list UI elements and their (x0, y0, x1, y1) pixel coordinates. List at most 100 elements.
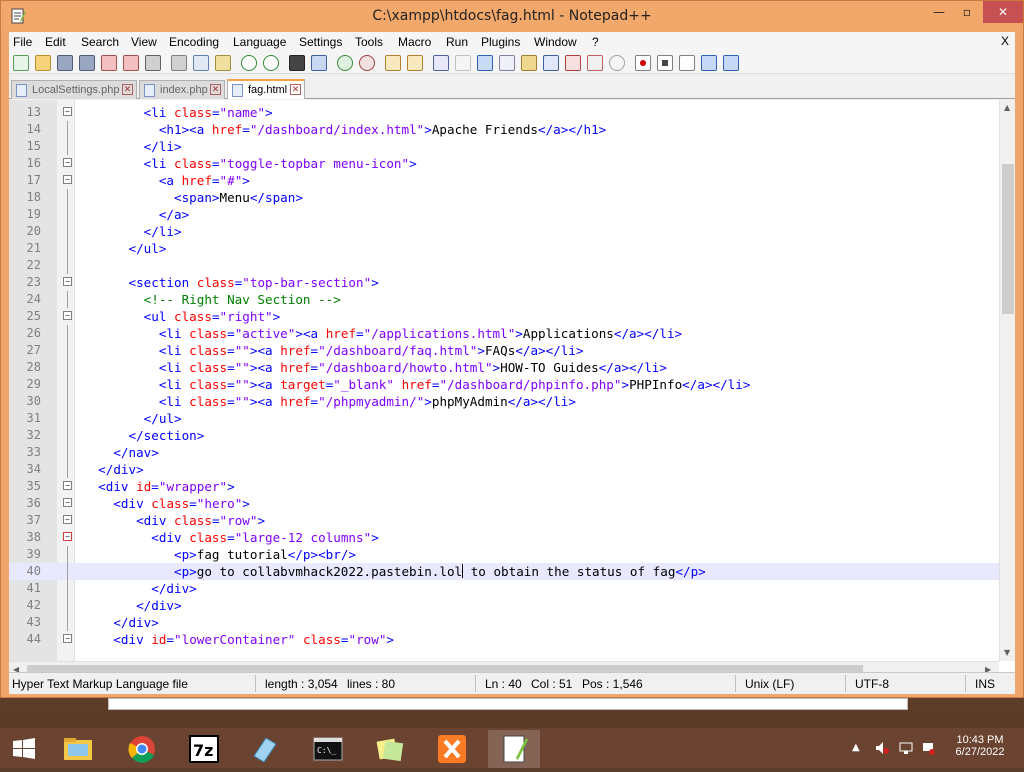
fold-toggle-icon[interactable]: − (63, 277, 72, 286)
find-icon[interactable] (289, 55, 305, 71)
close-all-icon[interactable] (123, 55, 139, 71)
menu-file[interactable]: File (13, 35, 32, 49)
fold-toggle-icon[interactable]: − (63, 158, 72, 167)
menu-edit[interactable]: Edit (45, 35, 66, 49)
title-bar[interactable]: C:\xampp\htdocs\fag.html - Notepad++ — ▫… (1, 1, 1023, 32)
code-line[interactable]: 17 − <a href="#"> (9, 172, 999, 189)
code-text[interactable]: <div id="wrapper"> (83, 478, 235, 495)
menu-run[interactable]: Run (446, 35, 468, 49)
close-tab-icon[interactable]: ✕ (122, 84, 133, 95)
code-line[interactable]: 22 (9, 257, 999, 274)
menu-window[interactable]: Window (534, 35, 577, 49)
code-line[interactable]: 35 − <div id="wrapper"> (9, 478, 999, 495)
start-button[interactable] (0, 730, 48, 768)
cut-icon[interactable] (171, 55, 187, 71)
code-text[interactable]: <div class="row"> (83, 512, 265, 529)
sync-horizontal-icon[interactable] (407, 55, 423, 71)
scroll-down-icon[interactable]: ▼ (1004, 648, 1010, 657)
code-line[interactable]: 36 − <div class="hero"> (9, 495, 999, 512)
status-eol[interactable]: Unix (LF) (745, 677, 794, 691)
word-wrap-icon[interactable] (433, 55, 449, 71)
menu-help[interactable]: ? (592, 35, 599, 49)
fold-toggle-icon[interactable]: − (63, 498, 72, 507)
code-line[interactable]: 44 − <div id="lowerContainer" class="row"… (9, 631, 999, 648)
action-center-icon[interactable] (920, 740, 936, 756)
system-clock[interactable]: 10:43 PM 6/27/2022 (946, 734, 1014, 758)
taskbar-7zip[interactable]: 7z (178, 730, 230, 768)
fold-toggle-icon[interactable]: − (63, 515, 72, 524)
code-text[interactable]: </li> (83, 223, 182, 240)
close-document-x[interactable]: X (1001, 34, 1009, 48)
code-text[interactable]: <!-- Right Nav Section --> (83, 291, 341, 308)
code-text[interactable]: <li class=""><a href="/phpmyadmin/">phpM… (83, 393, 576, 410)
print-icon[interactable] (145, 55, 161, 71)
taskbar-notepad-plus-plus[interactable] (488, 730, 540, 768)
code-line[interactable]: 19 </a> (9, 206, 999, 223)
taskbar-xampp[interactable] (426, 730, 478, 768)
playback-macro-icon[interactable] (679, 55, 695, 71)
paste-icon[interactable] (215, 55, 231, 71)
code-text[interactable]: <a href="#"> (83, 172, 250, 189)
code-text[interactable]: <ul class="right"> (83, 308, 281, 325)
code-text[interactable]: </section> (83, 427, 205, 444)
code-line[interactable]: 41 </div> (9, 580, 999, 597)
code-line[interactable]: 26 <li class="active"><a href="/applicat… (9, 325, 999, 342)
code-text[interactable]: </a> (83, 206, 189, 223)
code-text[interactable]: <section class="top-bar-section"> (83, 274, 379, 291)
fold-toggle-icon[interactable]: − (63, 107, 72, 116)
code-line[interactable]: 21 </ul> (9, 240, 999, 257)
code-line[interactable]: 30 <li class=""><a href="/phpmyadmin/">p… (9, 393, 999, 410)
close-tab-icon[interactable]: ✕ (210, 84, 221, 95)
code-text[interactable]: <li class="active"><a href="/application… (83, 325, 682, 342)
code-line[interactable]: 42 </div> (9, 597, 999, 614)
fold-toggle-icon[interactable]: − (63, 175, 72, 184)
code-line[interactable]: 15 </li> (9, 138, 999, 155)
code-line[interactable]: 13 − <li class="name"> (9, 104, 999, 121)
menu-search[interactable]: Search (81, 35, 119, 49)
code-text[interactable]: </ul> (83, 240, 167, 257)
menu-tools[interactable]: Tools (355, 35, 383, 49)
menu-settings[interactable]: Settings (299, 35, 342, 49)
code-text[interactable]: <p>go to collabvmhack2022.pastebin.lol t… (83, 563, 706, 580)
open-file-icon[interactable] (35, 55, 51, 71)
fold-toggle-icon[interactable]: − (63, 311, 72, 320)
code-line[interactable]: 29 <li class=""><a target="_blank" href=… (9, 376, 999, 393)
taskbar-file-explorer[interactable] (52, 730, 104, 768)
code-text[interactable]: </ul> (83, 410, 182, 427)
folder-workspace-icon[interactable] (587, 55, 603, 71)
zoom-in-icon[interactable] (337, 55, 353, 71)
fold-toggle-icon[interactable]: − (63, 532, 72, 541)
menu-language[interactable]: Language (233, 35, 286, 49)
vertical-scroll-thumb[interactable] (1002, 164, 1014, 314)
code-text[interactable]: <li class=""><a href="/dashboard/howto.h… (83, 359, 667, 376)
fold-toggle-icon[interactable]: − (63, 481, 72, 490)
doc-list-icon[interactable] (543, 55, 559, 71)
status-insert-mode[interactable]: INS (975, 677, 995, 691)
code-line[interactable]: 34 </div> (9, 461, 999, 478)
tab-localsettings[interactable]: LocalSettings.php ✕ (11, 80, 137, 99)
code-text[interactable]: </div> (83, 614, 159, 631)
close-button[interactable]: ✕ (983, 1, 1023, 23)
redo-icon[interactable] (263, 55, 279, 71)
language-icon[interactable] (499, 55, 515, 71)
run-macro-multiple-icon[interactable] (701, 55, 717, 71)
save-macro-icon[interactable] (723, 55, 739, 71)
code-line[interactable]: 33 </nav> (9, 444, 999, 461)
code-line[interactable]: 16 − <li class="toggle-topbar menu-icon"> (9, 155, 999, 172)
close-file-icon[interactable] (101, 55, 117, 71)
save-all-icon[interactable] (79, 55, 95, 71)
new-file-icon[interactable] (13, 55, 29, 71)
menu-view[interactable]: View (131, 35, 157, 49)
code-text[interactable]: <h1><a href="/dashboard/index.html">Apac… (83, 121, 606, 138)
code-text[interactable]: <li class="toggle-topbar menu-icon"> (83, 155, 417, 172)
code-text[interactable]: </div> (83, 461, 144, 478)
code-line[interactable]: 24 <!-- Right Nav Section --> (9, 291, 999, 308)
menu-plugins[interactable]: Plugins (481, 35, 520, 49)
fold-toggle-icon[interactable]: − (63, 634, 72, 643)
code-text[interactable]: <div id="lowerContainer" class="row"> (83, 631, 394, 648)
code-line[interactable]: 23 − <section class="top-bar-section"> (9, 274, 999, 291)
vertical-scrollbar[interactable]: ▲ ▼ (999, 100, 1015, 661)
function-list-icon[interactable] (565, 55, 581, 71)
tab-index[interactable]: index.php ✕ (139, 80, 225, 99)
code-text[interactable]: <p>fag tutorial</p><br/> (83, 546, 356, 563)
